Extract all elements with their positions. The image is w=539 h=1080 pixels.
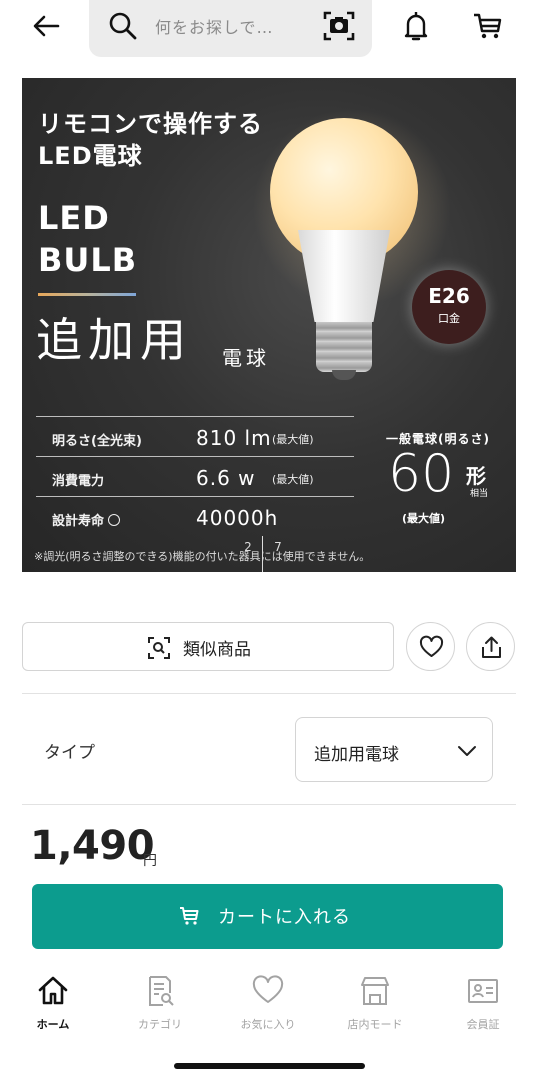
bottom-navigation: ホーム カテゴリ お気に入り 店内モード 会員証 [0, 968, 539, 1048]
spec-note: (最大値) [272, 433, 314, 446]
addon-subtitle: 電球 [222, 346, 270, 370]
home-indicator[interactable] [174, 1063, 365, 1069]
cart-icon [180, 907, 199, 925]
spec-label: 明るさ(全光束) [52, 434, 142, 449]
color-temperature-line [38, 293, 136, 296]
bulb-tip [332, 370, 356, 380]
bell-icon [404, 12, 428, 41]
spec-label-lifetime: 設計寿命 [52, 510, 121, 529]
category-icon [149, 976, 174, 1006]
type-select[interactable]: 追加用電球 [295, 717, 493, 782]
member-card-icon [468, 979, 498, 1003]
pager-current: 2 [244, 540, 252, 554]
camera-search-icon[interactable] [321, 8, 357, 44]
type-selected-value: 追加用電球 [314, 745, 399, 765]
home-icon [38, 976, 68, 1005]
bulb-base [316, 322, 372, 372]
product-image-carousel[interactable]: リモコンで操作する LED電球 LED BULB 追加用 電球 E26 口金 明… [22, 78, 516, 572]
spec-value: 40000h [196, 506, 279, 530]
led-word: LED [38, 199, 110, 237]
notification-button[interactable] [398, 8, 434, 44]
store-icon [361, 977, 389, 1005]
headline-line2: LED電球 [38, 142, 143, 170]
spec-label: 消費電力 [52, 474, 105, 489]
nav-label: 店内モード [347, 1018, 403, 1031]
search-input[interactable]: 何をお探しで… [89, 0, 372, 57]
cart-icon [474, 13, 502, 39]
equivalent-value: 60 [388, 444, 455, 504]
image-search-icon [148, 636, 170, 659]
socket-badge: E26 口金 [412, 270, 486, 344]
equivalent-unit: 形 [466, 464, 486, 488]
bulb-neck [298, 230, 390, 322]
socket-sub: 口金 [438, 312, 460, 325]
spec-label-text: 設計寿命 [52, 514, 105, 529]
pager-total: 7 [274, 540, 282, 554]
spec-note: (最大値) [272, 473, 314, 486]
nav-item-category[interactable]: カテゴリ [117, 968, 203, 1040]
heart-icon [252, 975, 284, 1003]
back-arrow-icon [33, 15, 60, 37]
top-header: 何をお探しで… [0, 0, 539, 62]
nav-item-home[interactable]: ホーム [10, 968, 96, 1040]
chevron-down-icon [458, 746, 476, 756]
divider [22, 693, 516, 694]
spec-row: 消費電力 6.6 w (最大値) [36, 456, 354, 496]
cart-button[interactable] [470, 8, 506, 44]
spec-value: 810 lm [196, 426, 272, 450]
add-to-cart-content: カートに入れる [178, 903, 351, 929]
nav-item-store-mode[interactable]: 店内モード [332, 968, 418, 1040]
search-placeholder: 何をお探しで… [155, 18, 274, 37]
similar-items-label: 類似商品 [183, 640, 251, 660]
bulb-word: BULB [38, 241, 138, 279]
spec-value: 6.6 w [196, 466, 256, 490]
nav-item-favorites[interactable]: お気に入り [225, 968, 311, 1040]
price-amount: 1,490 [30, 823, 155, 869]
nav-label: 会員証 [466, 1018, 500, 1031]
headline-line1: リモコンで操作する [38, 110, 263, 138]
pager-separator [262, 536, 263, 572]
equivalent-sub: 相当 [470, 489, 489, 499]
type-label: タイプ [44, 743, 95, 763]
back-button[interactable] [28, 8, 64, 44]
image-pager: 2 7 [236, 536, 292, 572]
clock-icon [108, 514, 121, 526]
socket-type: E26 [428, 284, 470, 308]
similar-items-content: 類似商品 [147, 635, 251, 660]
addon-title: 追加用 [36, 313, 192, 367]
heart-icon [419, 635, 444, 657]
spec-row: 明るさ(全光束) 810 lm (最大値) [36, 416, 354, 456]
share-icon [482, 636, 501, 658]
spec-table: 明るさ(全光束) 810 lm (最大値) 消費電力 6.6 w (最大値) 設… [36, 416, 354, 536]
nav-label: カテゴリ [138, 1018, 182, 1031]
disclaimer: ※調光(明るさ調整のできる)機能の付いた器具には使用できません。 [34, 550, 371, 563]
add-to-cart-label: カートに入れる [218, 907, 351, 928]
search-icon [109, 12, 137, 40]
nav-label: お気に入り [240, 1018, 296, 1031]
nav-item-member-card[interactable]: 会員証 [440, 968, 526, 1040]
share-button[interactable] [466, 622, 515, 671]
spec-row: 設計寿命 40000h [36, 496, 354, 536]
favorite-button[interactable] [406, 622, 455, 671]
equivalent-max: (最大値) [402, 512, 446, 525]
add-to-cart-button[interactable]: カートに入れる [32, 884, 503, 949]
similar-items-button[interactable]: 類似商品 [22, 622, 394, 671]
nav-label: ホーム [36, 1018, 70, 1031]
divider [22, 804, 516, 805]
price-unit: 円 [143, 853, 157, 869]
